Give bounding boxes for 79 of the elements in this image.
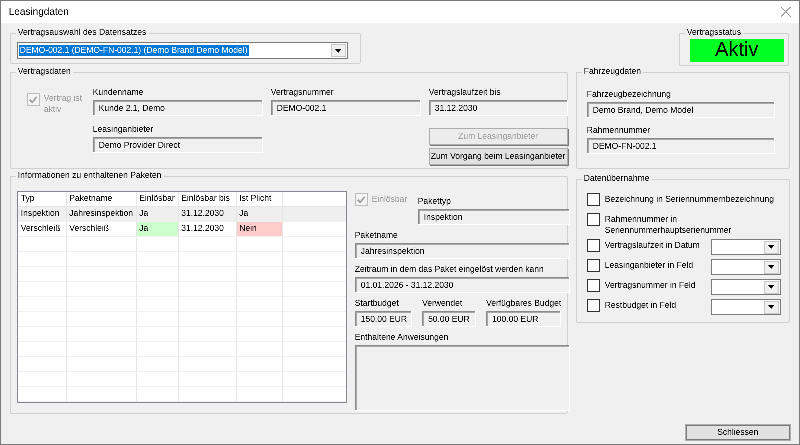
text-field[interactable]: Demo Provider Direct [93, 137, 263, 153]
field-label: Vertragslaufzeit bis [429, 87, 502, 98]
column-header[interactable]: Paketname [66, 192, 136, 206]
checkbox[interactable] [587, 193, 600, 206]
table-cell: 31.12.2030 [178, 221, 236, 236]
checkbox[interactable] [587, 259, 600, 272]
status-indicator: Aktiv [690, 39, 784, 62]
text-field[interactable]: Inspektion [418, 209, 570, 225]
text-field[interactable]: 01.01.2026 - 31.12.2030 [355, 277, 570, 293]
text-field[interactable]: 50.00 EUR [422, 311, 476, 327]
dropdown[interactable]: DEMO-002.1 (DEMO-FN-002.1) (Demo Brand Demo Model) [17, 42, 348, 59]
column-header[interactable]: Einlösbar [136, 192, 178, 206]
group-title: Vertragsauswahl des Datensatzes [16, 27, 149, 38]
action-button[interactable]: Zum Vorgang beim Leasinganbieter [429, 148, 568, 165]
field-label: Vertragsnummer [271, 87, 335, 98]
field-label: Rahmennummer [587, 125, 652, 136]
checkbox[interactable] [587, 279, 600, 292]
table-row[interactable]: Inspektion Jahresinspektion Ja 31.12.2030 Ja [18, 206, 346, 221]
dropdown[interactable] [711, 239, 781, 255]
checkbox-label: Bezeichnung in Seriennummernbezeichnung [605, 193, 776, 205]
table-cell: 31.12.2030 [178, 206, 236, 221]
group-title: Fahrzeugdaten [582, 66, 644, 77]
group-title: Informationen zu enthaltenen Paketen [16, 170, 164, 181]
column-header[interactable]: Typ [18, 192, 66, 206]
field-label: Pakettyp [418, 196, 452, 207]
close-icon[interactable] [781, 7, 791, 17]
table-cell: Verschleiß [18, 221, 66, 236]
text-field[interactable]: Demo Brand, Demo Model [587, 102, 775, 118]
table-cell: Verschleiß [66, 221, 136, 236]
dropdown-icon[interactable] [764, 280, 779, 294]
checkbox-label: Rahmennummer in Seriennummerhauptserienummer [605, 213, 733, 236]
table-cell: Inspektion [18, 206, 66, 221]
field-label: Leasinganbieter [93, 124, 154, 135]
field-label: Kundenname [93, 87, 145, 98]
field-label: Verwendet [422, 298, 464, 309]
check-icon [29, 96, 38, 104]
text-field[interactable]: DEMO-FN-002.1 [587, 138, 775, 154]
field-label: Startbudget [355, 298, 400, 309]
dropdown-icon[interactable] [764, 300, 779, 314]
checkbox-label: Einlösbar [372, 194, 408, 205]
checkbox-label: Vertragslaufzeit in Datum [605, 239, 701, 251]
checkbox[interactable] [587, 299, 600, 312]
text-field[interactable]: 150.00 EUR [355, 311, 412, 327]
field-label: Verfügbares Budget [486, 298, 562, 309]
field-label: Enthaltene Anweisungen [355, 332, 450, 343]
field-label: Zeitraum in dem das Paket eingelöst werden kann [355, 264, 545, 275]
dropdown-icon[interactable] [764, 240, 779, 254]
group-title: Vertragsdaten [16, 66, 73, 77]
group-title: Datenübernahme [582, 173, 652, 184]
field-label: Fahrzeugbezeichnung [587, 89, 672, 100]
text-field[interactable]: DEMO-002.1 [271, 100, 421, 116]
table-cell: Nein [236, 221, 282, 236]
close-button[interactable]: Schliessen [685, 424, 791, 441]
text-field[interactable]: Kunde 2.1, Demo [93, 100, 263, 116]
checkbox-label: Leasinganbieter in Feld [605, 259, 694, 271]
group-title: Vertragsstatus [685, 27, 744, 38]
window-title: Leasingdaten [9, 6, 70, 18]
checkbox-label: Vertragsnummer in Feld [605, 279, 697, 291]
text-field[interactable]: Jahresinspektion [355, 243, 570, 259]
column-header[interactable]: Einlösbar bis [178, 192, 236, 206]
check-icon [357, 196, 366, 204]
table-cell: Ja [136, 221, 178, 236]
checkbox-label: Vertrag ist aktiv [44, 93, 84, 115]
text-field[interactable]: 31.12.2030 [429, 100, 568, 116]
checkbox[interactable] [587, 213, 600, 226]
table-cell: Ja [236, 206, 282, 221]
dropdown[interactable] [711, 259, 781, 275]
table-cell: Jahresinspektion [66, 206, 136, 221]
column-header[interactable]: Ist Plicht [236, 192, 282, 206]
table-cell: Ja [136, 206, 178, 221]
dropdown[interactable] [711, 279, 781, 295]
text-field[interactable]: 100.00 EUR [486, 311, 562, 327]
dropdown[interactable] [711, 299, 781, 315]
checkbox[interactable] [587, 239, 600, 252]
checkbox-label: Restbudget in Feld [605, 299, 678, 311]
field-label: Paketname [355, 230, 399, 241]
table-row[interactable]: Verschleiß Verschleiß Ja 31.12.2030 Nein [18, 221, 346, 236]
dropdown-icon[interactable] [764, 260, 779, 274]
dropdown-icon[interactable] [331, 44, 346, 57]
